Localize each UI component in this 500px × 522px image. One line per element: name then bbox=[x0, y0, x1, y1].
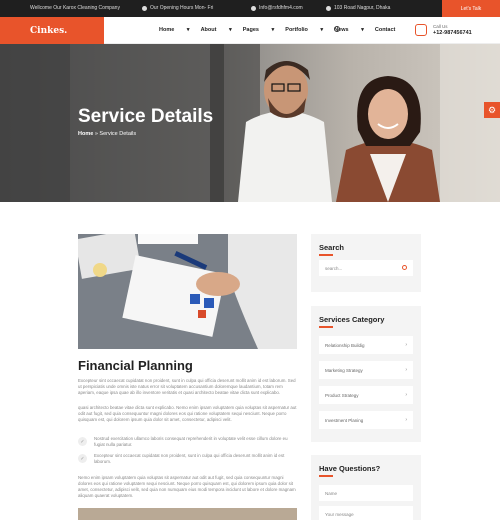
nav-contact[interactable]: Contact bbox=[375, 27, 406, 33]
category-title: Services Category bbox=[319, 315, 385, 324]
top-bar: Wellcome Our Karox Cleaning Company Our … bbox=[0, 0, 500, 17]
breadcrumb-current: Service Details bbox=[99, 131, 137, 137]
name-field[interactable]: Name bbox=[319, 485, 413, 501]
page-title: Service Details bbox=[78, 106, 214, 127]
chevron-right-icon: › bbox=[405, 392, 407, 398]
call-number: +12-987456741 bbox=[433, 30, 472, 36]
bottom-image bbox=[78, 508, 297, 520]
category-widget: Services Category Relationship Buildig › … bbox=[311, 306, 421, 442]
opening-hours: Our Opening Hours Mon- Fri bbox=[142, 5, 213, 11]
man-photo bbox=[238, 61, 332, 202]
chevron-right-icon: › bbox=[405, 417, 407, 423]
category-item[interactable]: Investment Planing › bbox=[319, 411, 413, 429]
call-label: Call Us bbox=[433, 24, 448, 29]
search-title: Search bbox=[319, 243, 345, 252]
paragraph-1: Excepteur sint occaecat cupidatat non pr… bbox=[78, 378, 296, 395]
chevron-right-icon: › bbox=[405, 342, 407, 348]
service-heading: Financial Planning bbox=[78, 358, 193, 373]
nav-about[interactable]: About ▾ bbox=[201, 27, 232, 33]
paragraph-2: quasi architecto beatae vitae dicta sunt… bbox=[78, 405, 297, 422]
questions-title: Have Questions? bbox=[319, 464, 381, 473]
clock-icon bbox=[142, 5, 147, 11]
gear-icon[interactable]: ⚙ bbox=[484, 102, 500, 118]
nav-pages[interactable]: Pages ▾ bbox=[243, 27, 275, 33]
category-item[interactable]: Relationship Buildig › bbox=[319, 336, 413, 354]
check-text: Nostrud exercitation ullamco laboris con… bbox=[94, 436, 288, 447]
service-image bbox=[78, 234, 297, 349]
location-icon bbox=[326, 5, 331, 11]
title-underline bbox=[319, 326, 333, 328]
main-nav: Home ▾ About ▾ Pages ▾ Portfolio ▾ News … bbox=[159, 26, 417, 33]
address: 103 Road Nagpur, Dhaka bbox=[326, 5, 390, 11]
email-link[interactable]: Info@rsfdhfm4.com bbox=[251, 5, 303, 11]
navbar: Cinkes. Home ▾ About ▾ Pages ▾ Portfolio… bbox=[0, 17, 500, 44]
logo[interactable]: Cinkes. bbox=[0, 17, 104, 44]
check-text: Excepteur sint occaecat cupidatat non pr… bbox=[94, 453, 285, 464]
breadcrumb-separator: » bbox=[94, 131, 98, 137]
chevron-right-icon: › bbox=[405, 367, 407, 373]
search-input[interactable]: search... bbox=[319, 260, 413, 276]
nav-home[interactable]: Home ▾ bbox=[159, 27, 190, 33]
search-icon[interactable] bbox=[334, 26, 340, 32]
title-underline bbox=[319, 254, 333, 256]
mail-icon bbox=[251, 5, 256, 11]
breadcrumb-home[interactable]: Home bbox=[78, 131, 93, 137]
search-widget: Search search... bbox=[311, 234, 421, 292]
woman-photo bbox=[336, 76, 440, 202]
check-icon: ✓ bbox=[78, 437, 87, 446]
hero-banner: Service Details Home » Service Details ⚙ bbox=[0, 44, 500, 202]
paragraph-3: Nemo enim ipsam voluptatem quia voluptas… bbox=[78, 475, 296, 498]
check-icon: ✓ bbox=[78, 454, 87, 463]
search-icon[interactable] bbox=[402, 265, 407, 270]
title-underline bbox=[319, 475, 333, 477]
nav-portfolio[interactable]: Portfolio ▾ bbox=[285, 27, 323, 33]
breadcrumb: Home » Service Details bbox=[78, 131, 136, 137]
category-item[interactable]: Marketing Strategy › bbox=[319, 361, 413, 379]
category-item[interactable]: Product Strategy › bbox=[319, 386, 413, 404]
lets-talk-button[interactable]: Let's Talk bbox=[442, 0, 500, 17]
phone-icon bbox=[415, 24, 427, 36]
welcome-text: Wellcome Our Karox Cleaning Company bbox=[30, 5, 120, 11]
questions-widget: Have Questions? Name Your message bbox=[311, 455, 421, 522]
